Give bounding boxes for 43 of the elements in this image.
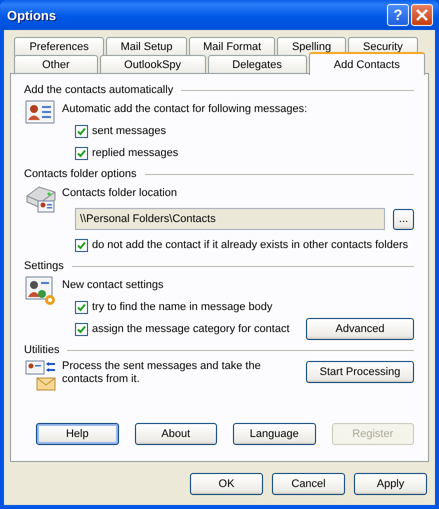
checkbox[interactable] [75, 146, 88, 160]
option-label: New contact settings [62, 279, 164, 291]
start-processing-button[interactable]: Start Processing [306, 361, 414, 383]
close-icon [416, 9, 428, 21]
close-button[interactable] [411, 4, 433, 26]
tab[interactable]: Add Contacts [308, 52, 425, 75]
drive-icon [25, 184, 57, 214]
browse-button[interactable]: ... [393, 208, 414, 230]
tab[interactable]: Delegates [208, 55, 307, 74]
tab[interactable]: Mail Setup [106, 37, 187, 56]
section-heading: Utilities [24, 344, 60, 356]
checkbox-label: assign the message category for contact [92, 323, 290, 335]
help-button[interactable]: ? [387, 4, 409, 26]
tab[interactable]: Mail Format [188, 37, 276, 56]
option-label: Contacts folder location [62, 187, 177, 199]
tab[interactable]: Preferences [14, 37, 104, 56]
tab[interactable]: OutlookSpy [100, 55, 206, 74]
tab[interactable]: Other [14, 55, 98, 74]
dialog-button[interactable]: Apply [354, 473, 427, 495]
checkbox[interactable] [75, 322, 88, 336]
checkbox[interactable] [75, 124, 88, 138]
section-heading: Add the contacts automatically [24, 84, 174, 96]
contacts-envelope-icon [25, 360, 57, 392]
panel-button[interactable]: Help [36, 423, 118, 445]
panel-button[interactable]: About [134, 423, 217, 445]
contact-gear-icon [25, 276, 57, 306]
window-title: Options [7, 8, 56, 22]
option-label: Process the sent messages and take the contacts from it. [62, 359, 262, 386]
dialog-button[interactable]: OK [190, 473, 263, 495]
option-label: Automatic add the contact for following messages: [62, 103, 308, 115]
advanced-button[interactable]: Advanced [306, 318, 414, 340]
checkbox-label: do not add the contact if it already exists in other contacts folders [92, 239, 408, 251]
section-heading: Contacts folder options [24, 168, 137, 180]
checkbox[interactable] [75, 300, 88, 314]
section-heading: Settings [24, 260, 64, 272]
checkbox-label: replied messages [92, 147, 178, 159]
folder-path-field[interactable]: \\Personal Folders\Contacts [75, 208, 385, 230]
checkbox[interactable] [75, 238, 88, 252]
checkbox-label: sent messages [92, 125, 166, 137]
dialog-button[interactable]: Cancel [272, 473, 345, 495]
panel-button[interactable]: Language [233, 423, 316, 445]
contact-card-icon [25, 100, 55, 124]
checkbox-label: try to find the name in message body [92, 301, 272, 313]
